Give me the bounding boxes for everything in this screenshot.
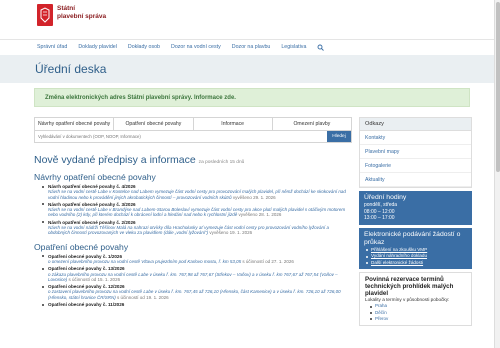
item-description: o omezení plavebního provozu na vodní ce…	[48, 258, 242, 264]
item-title: Návrh opatření obecné povahy č. 3/2026	[48, 201, 136, 207]
item-title: Návrh opatření obecné povahy č. 2/2026	[48, 219, 136, 225]
item-title: Opatření obecné povahy č. 11/2026	[48, 302, 125, 308]
search-icon[interactable]	[317, 44, 325, 51]
item-date: s účinností od 19. 1. 2026	[117, 294, 169, 300]
brand-line1: Státní	[57, 5, 76, 12]
item-title: Opatření obecné povahy č. 13/2026	[48, 266, 125, 272]
reservation-link-prerov[interactable]: Přerov	[365, 316, 466, 322]
item-description: Návrh se na vodní cestě Labe v Brandýse …	[48, 207, 346, 218]
item-description: o zastavení plavebního provozu na vodní …	[48, 289, 341, 300]
sidebar-link-kontakty[interactable]: Kontakty	[360, 131, 471, 145]
section-title: Opatření obecné povahy	[34, 241, 129, 252]
list-item[interactable]: Opatření obecné povahy č. 1/2026 o omezen…	[42, 254, 352, 265]
list-item[interactable]: Opatření obecné povahy č. 11/2026	[42, 302, 352, 307]
list-item[interactable]: Návrh opatření obecné povahy č. 3/2026 Ná…	[42, 202, 352, 218]
brand-name[interactable]: Státní plavební správa	[57, 5, 106, 20]
search-button[interactable]: Hledej	[327, 131, 351, 142]
nav-item-spravni-urad[interactable]: Správní úřad	[37, 44, 67, 50]
e-filing-box: Elektronické podávání žádostí o průkaz P…	[359, 227, 472, 269]
main-content: Návrhy opatření obecné povahy Opatření o…	[34, 117, 352, 307]
list-item[interactable]: Opatření obecné povahy č. 13/2026 o zákaz…	[42, 266, 352, 282]
sidebar-link-fotogalerie[interactable]: Fotogalerie	[360, 159, 471, 173]
item-date: s účinností od 15. 1. 2026	[68, 276, 121, 282]
tab-omezeni-plavby[interactable]: Omezení plavby	[273, 118, 351, 130]
item-date: vyvěšeno 19. 1. 2026	[209, 230, 253, 236]
document-tabs: Návrhy opatření obecné povahy Opatření o…	[34, 117, 352, 130]
sidebar: Odkazy Kontakty Plavební mapy Fotogaleri…	[359, 117, 472, 326]
item-description: Návrh se na vodní cestě Labe v Kostelce …	[48, 189, 346, 200]
new-docs-subtitle: za posledních 15 dnů	[198, 160, 245, 165]
list-item[interactable]: Opatření obecné povahy č. 12/2026 o zasta…	[42, 284, 352, 300]
scrollbar-thumb[interactable]	[496, 2, 500, 172]
office-hours-title: Úřední hodiny	[364, 194, 407, 201]
list-item[interactable]: Návrh opatření obecné povahy č. 4/2026 Ná…	[42, 184, 352, 200]
item-date: vyvěšeno 29. 1. 2026	[232, 194, 276, 200]
search-input[interactable]	[35, 131, 327, 142]
new-docs-title: Nově vydané předpisy a informace	[34, 154, 196, 166]
item-description: Návrh se na vodní nádrži Těšínov Malá na…	[48, 225, 329, 236]
nav-item-dokl-osob[interactable]: Dokłady osob	[128, 44, 160, 50]
site-header: Státní plavební správa	[0, 0, 500, 40]
search-row: Hledej	[34, 130, 352, 143]
links-box: Odkazy Kontakty Plavební mapy Fotogaleri…	[359, 117, 472, 188]
office-hours-time-afternoon: 13:00 – 17:00	[364, 215, 395, 221]
nav-item-dozor-plavba[interactable]: Dozor na plavbu	[232, 44, 271, 50]
item-title: Návrh opatření obecné povahy č. 4/2026	[48, 184, 136, 189]
item-title: Opatření obecné povahy č. 12/2026	[48, 284, 125, 290]
notice-alert[interactable]: Změna elektronických adres Státní plaveb…	[34, 88, 470, 107]
nav-item-legislativa[interactable]: Legislativa	[281, 44, 306, 50]
emblem-logo[interactable]	[37, 4, 53, 26]
tab-informace[interactable]: Informace	[194, 118, 273, 130]
tab-navrhy-oop[interactable]: Návrhy opatření obecné povahy	[35, 118, 115, 130]
e-filing-link-other[interactable]: Další elektronické žádosti	[364, 260, 467, 267]
section-title: Návrhy opatření obecné povahy	[34, 172, 156, 182]
main-nav: Správní úřad Doklady plavidel Dokłady os…	[37, 41, 325, 53]
page-title: Úřední deska	[35, 62, 107, 76]
links-heading: Odkazy	[360, 118, 471, 131]
item-title: Opatření obecné povahy č. 1/2026	[48, 253, 123, 259]
nav-item-dokl-plavidel[interactable]: Doklady plavidel	[78, 44, 117, 50]
reservation-title: Povinná rezervace termínů technických pr…	[365, 276, 454, 297]
item-date: vyvěšeno 28. 1. 2026	[238, 212, 282, 218]
list-item[interactable]: Návrh opatření obecné povahy č. 2/2026 Ná…	[42, 220, 352, 236]
sidebar-link-aktuality[interactable]: Aktuality	[360, 173, 471, 187]
vertical-scrollbar[interactable]	[494, 0, 500, 348]
tab-oop[interactable]: Opatření obecné povahy	[114, 118, 194, 130]
inspection-reservation-box: Povinná rezervace termínů technických pr…	[359, 272, 472, 326]
e-filing-title: Elektronické podávání žádostí o průkaz	[364, 230, 461, 246]
item-date: s účinností od 27. 1. 2026	[242, 258, 294, 264]
brand-line2: plavební správa	[57, 12, 107, 20]
new-docs-heading: Nově vydané předpisy a informace za posle…	[34, 154, 352, 166]
office-hours-box: Úřední hodiny pondělí, středa 08:00 – 12…	[359, 191, 472, 225]
sidebar-link-mapy[interactable]: Plavební mapy	[360, 145, 471, 159]
nav-item-dozor-vodni-cesty[interactable]: Dozor na vodní cesty	[171, 44, 221, 50]
